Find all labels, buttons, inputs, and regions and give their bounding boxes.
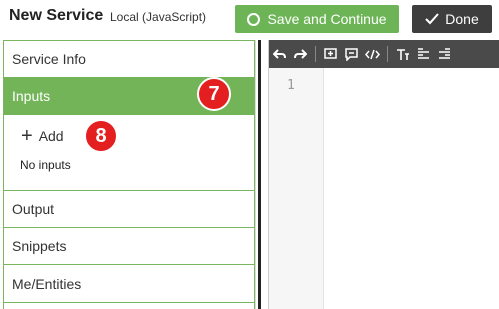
sidebar-item-label: Snippets	[12, 238, 67, 254]
redo-icon[interactable]	[290, 40, 311, 68]
comment-icon[interactable]	[341, 40, 362, 68]
done-button[interactable]: Done	[412, 5, 492, 33]
save-and-continue-button[interactable]: Save and Continue	[235, 5, 399, 33]
page-subtitle: Local (JavaScript)	[110, 10, 207, 24]
code-icon[interactable]	[362, 40, 383, 68]
done-button-label: Done	[445, 11, 479, 27]
add-input-button[interactable]: + Add	[21, 126, 64, 146]
header: New Service Local (JavaScript) Save and …	[0, 0, 499, 38]
editor-toolbar	[269, 40, 499, 68]
resize-handle[interactable]	[258, 40, 261, 309]
sidebar-item-output[interactable]: Output	[4, 191, 254, 228]
plus-icon: +	[21, 125, 33, 147]
sidebar-item-me-entities[interactable]: Me/Entities	[4, 265, 254, 303]
sidebar-item-label: Service Info	[12, 51, 86, 67]
sidebar-item-snippets[interactable]: Snippets	[4, 228, 254, 265]
sidebar-item-service-info[interactable]: Service Info	[4, 41, 254, 78]
checkmark-icon	[425, 13, 440, 25]
step-badge-7: 7	[197, 77, 231, 111]
undo-icon[interactable]	[269, 40, 290, 68]
sidebar-item-label: Output	[12, 201, 55, 217]
sidebar-item-label: Inputs	[12, 88, 51, 104]
add-comment-icon[interactable]	[320, 40, 341, 68]
circle-icon	[247, 12, 261, 26]
sidebar-item-label: Me/Entities	[12, 275, 82, 292]
inputs-section: + Add No inputs	[4, 115, 254, 191]
step-badge-8: 8	[84, 119, 118, 153]
add-label: Add	[38, 128, 64, 144]
line-number: 1	[287, 78, 295, 93]
page-title: New Service	[9, 7, 104, 24]
panel-divider	[255, 40, 268, 309]
text-size-icon[interactable]	[392, 40, 413, 68]
toolbar-separator	[315, 46, 316, 62]
align-left-icon[interactable]	[413, 40, 434, 68]
empty-inputs-text: No inputs	[20, 158, 71, 172]
toolbar-separator	[387, 46, 388, 62]
save-button-label: Save and Continue	[267, 11, 387, 27]
align-right-icon[interactable]	[434, 40, 455, 68]
line-number-gutter: 1	[269, 68, 324, 309]
code-editor[interactable]: 1	[268, 40, 499, 309]
